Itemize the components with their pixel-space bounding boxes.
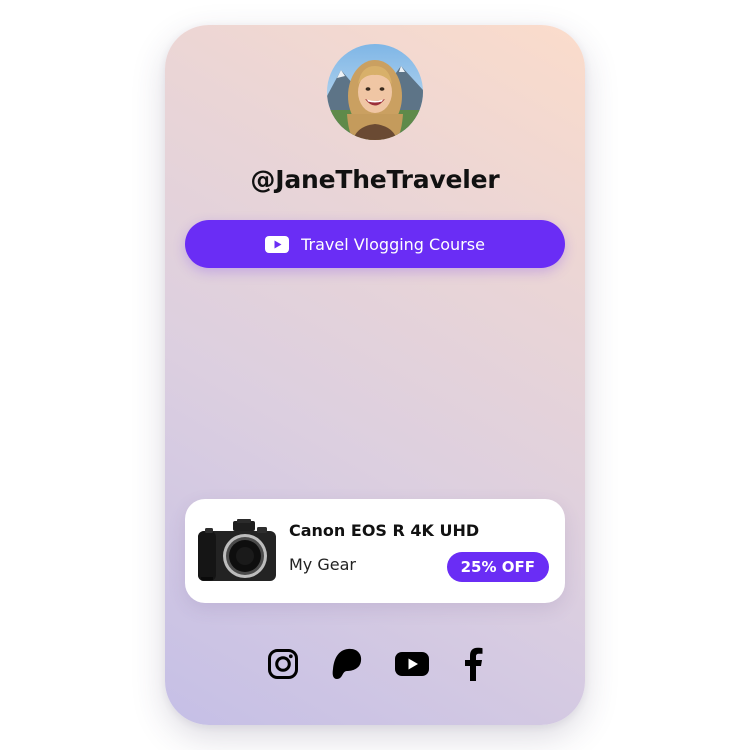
social-icons-row <box>165 646 585 682</box>
discount-badge: 25% OFF <box>446 552 549 582</box>
avatar[interactable] <box>327 44 423 140</box>
product-subtitle: My Gear <box>289 555 356 574</box>
youtube-icon <box>265 235 290 253</box>
camera-image <box>197 519 277 583</box>
patreon-icon <box>332 648 362 679</box>
avatar-photo <box>327 44 423 140</box>
facebook-icon <box>465 647 483 681</box>
travel-vlogging-course-link-button[interactable]: Travel Vlogging Course <box>185 220 565 268</box>
facebook-link[interactable] <box>455 646 491 682</box>
youtube-icon <box>395 652 429 676</box>
product-title: Canon EOS R 4K UHD <box>289 521 480 540</box>
link-button-label: Travel Vlogging Course <box>301 234 485 254</box>
profile-card: @JaneTheTraveler Travel Vlogging Course <box>165 25 585 725</box>
product-card[interactable]: Canon EOS R 4K UHD My Gear 25% OFF <box>185 499 565 603</box>
patreon-link[interactable] <box>329 646 365 682</box>
profile-handle: @JaneTheTraveler <box>250 165 500 194</box>
youtube-link[interactable] <box>394 646 430 682</box>
instagram-link[interactable] <box>265 646 301 682</box>
instagram-icon <box>268 649 298 679</box>
